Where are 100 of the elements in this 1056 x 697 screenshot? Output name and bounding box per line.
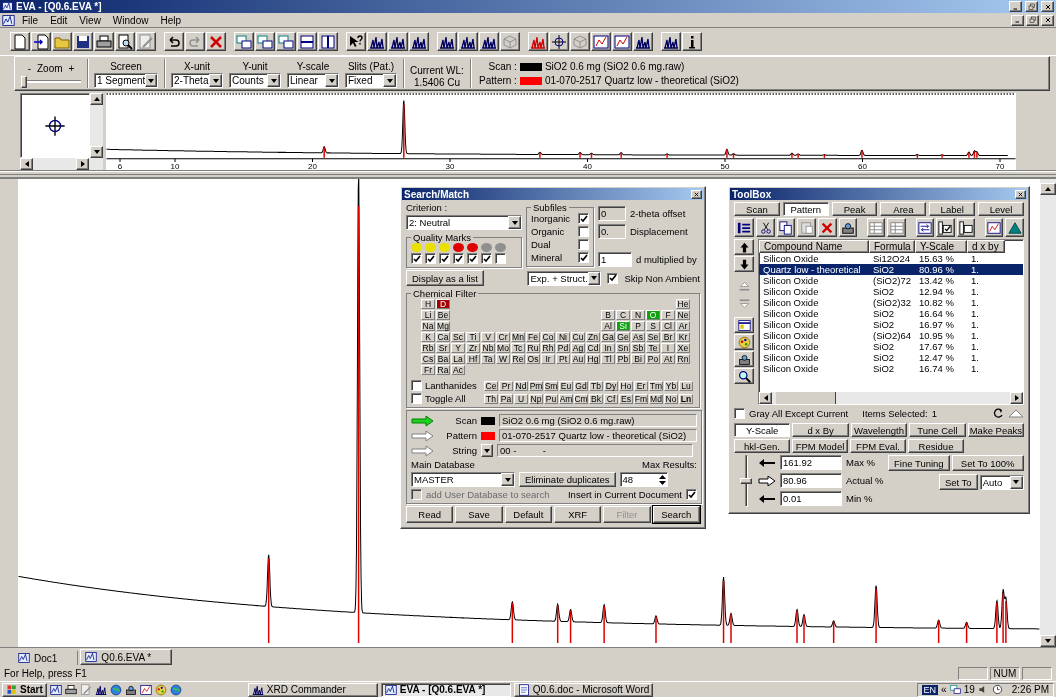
element-toggle[interactable]: Re	[511, 354, 525, 364]
crosshair-button[interactable]	[549, 32, 569, 51]
element-toggle[interactable]: Fr	[421, 365, 435, 375]
element-toggle[interactable]: Pa	[499, 393, 513, 404]
element-toggle[interactable]: Nd	[514, 380, 528, 391]
element-toggle[interactable]: Cf	[604, 393, 618, 404]
close-button[interactable]	[1015, 189, 1026, 199]
element-toggle[interactable]: Sb	[631, 343, 645, 353]
criterion-select[interactable]: 2: Neutral	[406, 215, 522, 230]
element-toggle[interactable]: Fm	[634, 393, 648, 404]
max-results-field[interactable]: 48	[619, 472, 668, 487]
element-toggle[interactable]: Cs	[421, 354, 435, 364]
element-toggle[interactable]: No	[664, 393, 678, 404]
element-toggle[interactable]: Ag	[571, 343, 585, 353]
mode-button[interactable]: d x By	[792, 423, 849, 437]
peak-tool-button[interactable]	[409, 32, 429, 51]
check-all-button[interactable]	[936, 218, 955, 237]
option-select[interactable]: 1 Segment	[94, 73, 158, 88]
checkbox[interactable]	[578, 213, 589, 224]
element-toggle[interactable]: Zr	[466, 343, 480, 353]
save-button[interactable]	[73, 32, 93, 51]
element-toggle[interactable]: Mn	[511, 332, 525, 342]
element-toggle[interactable]: Ge	[616, 332, 630, 342]
display-list-button[interactable]: Display as a list	[406, 270, 484, 286]
vertical-split-button[interactable]	[318, 32, 338, 51]
element-toggle[interactable]: D	[436, 299, 450, 309]
checkbox[interactable]	[411, 253, 422, 264]
fine-tuning-button[interactable]: Fine Tuning	[888, 455, 950, 471]
element-toggle[interactable]: Zn	[586, 332, 600, 342]
element-toggle[interactable]: Ra	[436, 365, 450, 375]
checkbox[interactable]	[686, 489, 697, 500]
dialog-button[interactable]: Read	[406, 506, 454, 523]
pattern-tool-button[interactable]	[528, 32, 548, 51]
vertical-scrollbar[interactable]	[1040, 179, 1056, 647]
shift-down-icon[interactable]	[737, 296, 751, 310]
vertical-scrollbar[interactable]	[90, 93, 103, 158]
element-toggle[interactable]: Pt	[556, 354, 570, 364]
checkbox[interactable]	[607, 272, 619, 284]
element-toggle[interactable]: Os	[526, 354, 540, 364]
element-toggle[interactable]: F	[661, 310, 675, 320]
element-toggle[interactable]: N	[631, 310, 645, 320]
value-field[interactable]: 161.92	[780, 455, 842, 470]
cut-button[interactable]	[756, 218, 775, 237]
paste-button[interactable]	[797, 218, 817, 237]
element-toggle[interactable]: Md	[649, 393, 663, 404]
tab[interactable]: Peak	[831, 202, 878, 216]
structure-select[interactable]: Exp. + Struct.	[527, 270, 602, 286]
element-toggle[interactable]: Cu	[571, 332, 585, 342]
element-toggle[interactable]: Tm	[649, 380, 663, 391]
move-down-button[interactable]	[734, 256, 754, 272]
checkbox[interactable]	[495, 253, 506, 264]
document-tab[interactable]: Q0.6.EVA *	[80, 649, 173, 665]
value-field[interactable]: 0.01	[780, 491, 842, 506]
element-toggle[interactable]: Ru	[526, 343, 540, 353]
navigator-panel[interactable]	[20, 93, 90, 158]
chart-tool-button[interactable]	[612, 32, 632, 51]
element-toggle[interactable]: Tc	[511, 343, 525, 353]
tab[interactable]: Label	[929, 202, 976, 216]
close-button[interactable]	[1041, 1, 1054, 12]
element-toggle[interactable]: Ar	[676, 321, 690, 331]
menu-item[interactable]: Help	[155, 14, 186, 26]
element-toggle[interactable]: Co	[541, 332, 555, 342]
element-toggle[interactable]: H	[421, 299, 435, 309]
compound-row[interactable]: Silicon Oxide SiO2 16.97 % 1.	[759, 319, 1023, 330]
mode-button[interactable]: Y-Scale	[734, 423, 791, 437]
dialog-button[interactable]: Default	[504, 506, 552, 523]
element-toggle[interactable]: Xe	[676, 343, 690, 353]
restore-button[interactable]	[1025, 1, 1038, 12]
swap-button[interactable]	[915, 218, 935, 237]
element-toggle[interactable]: Am	[559, 393, 573, 404]
chart-tool-button[interactable]	[591, 32, 611, 51]
quick-launch-icon[interactable]	[124, 683, 137, 696]
element-toggle[interactable]: Hf	[466, 354, 480, 364]
element-toggle[interactable]: Cr	[496, 332, 510, 342]
restore-button[interactable]	[1026, 14, 1039, 26]
quick-launch-icon[interactable]	[49, 683, 62, 696]
column-header[interactable]: Compound Name	[759, 240, 869, 253]
set-mode-select[interactable]: Auto	[979, 474, 1024, 490]
properties-button[interactable]	[734, 317, 754, 333]
peak-tool-button[interactable]	[437, 32, 457, 51]
taskbar-button[interactable]: EVA - [Q0.6.EVA *]	[380, 682, 511, 697]
element-toggle[interactable]: Ga	[601, 332, 615, 342]
tab[interactable]: Level	[978, 202, 1024, 216]
start-button[interactable]: Start	[2, 682, 47, 697]
column-header[interactable]: d x by	[967, 240, 1005, 253]
option-select[interactable]: Fixed	[345, 73, 397, 88]
window-layout-button[interactable]	[255, 32, 275, 51]
quick-launch-icon[interactable]	[139, 683, 152, 696]
element-toggle[interactable]: Pu	[544, 393, 558, 404]
element-toggle[interactable]: Kr	[676, 332, 690, 342]
taskbar-button[interactable]: XRD Commander	[247, 682, 378, 697]
peak-tool-button[interactable]	[367, 32, 387, 51]
compound-row[interactable]: Silicon Oxide (SiO2)64 10.95 % 1.	[759, 330, 1023, 341]
option-select[interactable]: 2-Theta	[171, 73, 223, 88]
scale-slider[interactable]	[738, 455, 754, 507]
element-toggle[interactable]: V	[481, 332, 495, 342]
clock-icon[interactable]	[991, 684, 1003, 695]
element-toggle[interactable]: As	[631, 332, 645, 342]
edit-button[interactable]	[136, 32, 156, 51]
element-toggle[interactable]: Lu	[679, 380, 693, 391]
